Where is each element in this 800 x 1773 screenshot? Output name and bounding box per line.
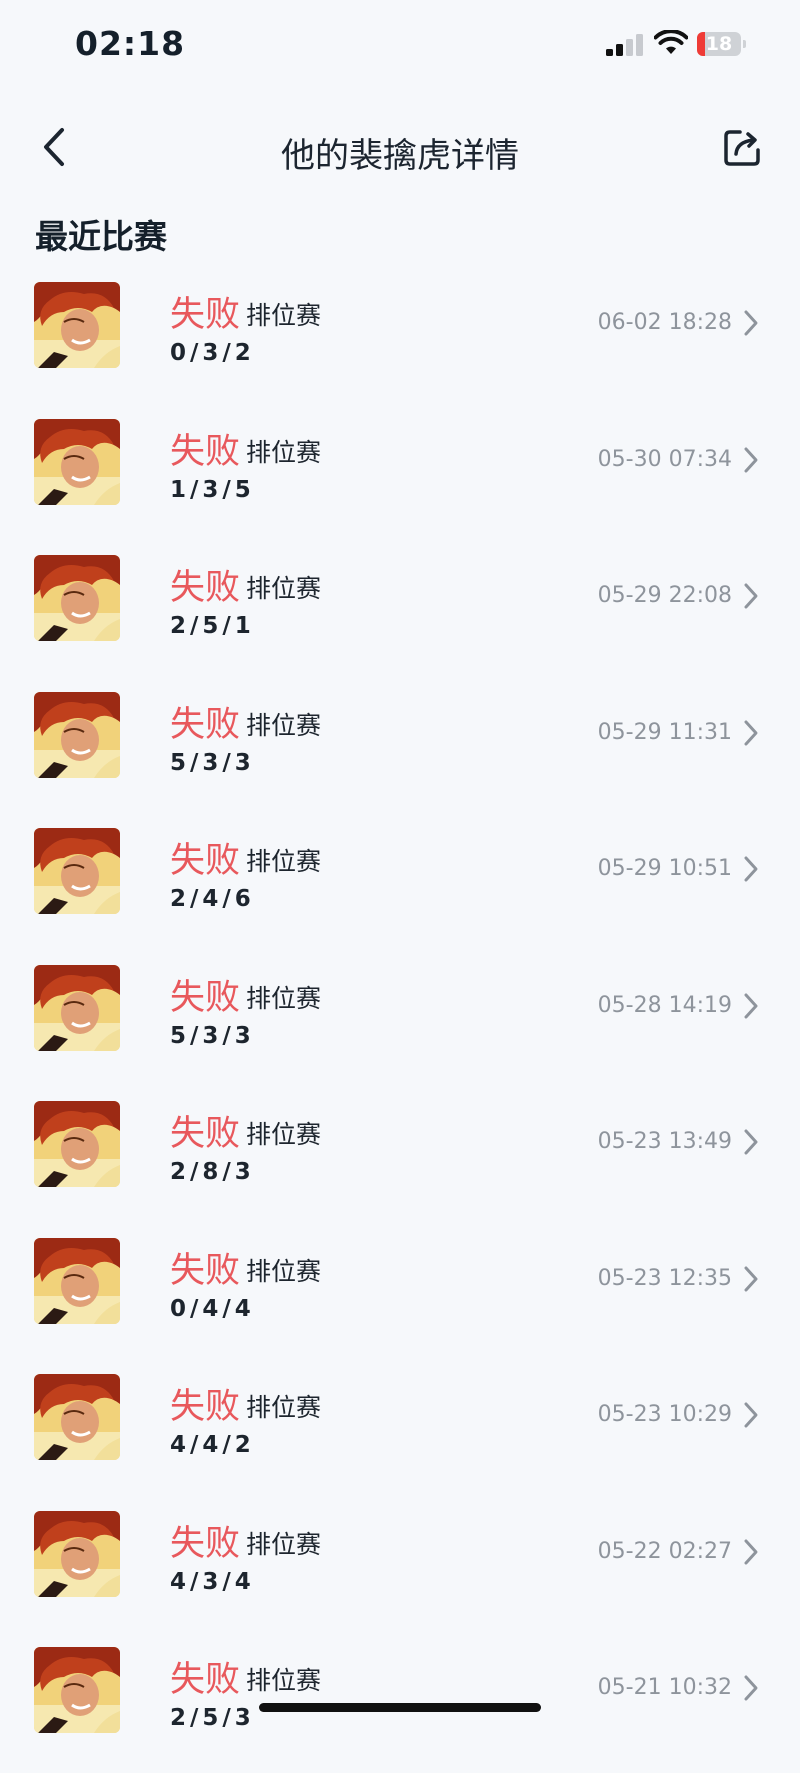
cellular-signal-icon — [606, 34, 644, 56]
hero-avatar — [34, 1374, 120, 1460]
match-result: 失败 — [170, 705, 241, 745]
hero-avatar — [34, 692, 120, 778]
match-kda: 4/4/2 — [170, 1432, 255, 1458]
match-result: 失败 — [170, 1387, 241, 1427]
hero-avatar — [34, 555, 120, 641]
chevron-right-icon — [742, 1673, 760, 1703]
status-bar: 02:18 18 — [0, 0, 800, 90]
match-row[interactable]: 失败 排位赛 0/3/2 06-02 18:28 — [0, 272, 800, 408]
battery-icon: 18 — [697, 32, 746, 56]
match-result: 失败 — [170, 841, 241, 881]
match-result: 失败 — [170, 1660, 241, 1700]
match-row[interactable]: 失败 排位赛 2/5/1 05-29 22:08 — [0, 545, 800, 681]
match-time: 05-28 14:19 — [597, 993, 732, 1018]
match-kda: 2/5/1 — [170, 613, 255, 639]
match-mode: 排位赛 — [246, 1257, 322, 1286]
match-mode: 排位赛 — [246, 1530, 322, 1559]
match-row[interactable]: 失败 排位赛 4/4/2 05-23 10:29 — [0, 1364, 800, 1500]
match-kda: 4/3/4 — [170, 1569, 255, 1595]
match-time: 06-02 18:28 — [597, 310, 732, 335]
section-title: 最近比赛 — [35, 217, 167, 256]
hero-avatar — [34, 1101, 120, 1187]
chevron-right-icon — [742, 581, 760, 611]
home-indicator — [259, 1703, 541, 1712]
nav-bar: 他的裴擒虎详情 — [0, 110, 800, 190]
chevron-right-icon — [742, 308, 760, 338]
wifi-icon — [654, 30, 688, 54]
page-title: 他的裴擒虎详情 — [281, 136, 519, 176]
chevron-right-icon — [742, 1264, 760, 1294]
share-icon[interactable] — [720, 124, 766, 170]
chevron-right-icon — [742, 718, 760, 748]
match-time: 05-29 10:51 — [597, 856, 732, 881]
match-row[interactable]: 失败 排位赛 5/3/3 05-29 11:31 — [0, 682, 800, 818]
hero-avatar — [34, 419, 120, 505]
match-result: 失败 — [170, 432, 241, 472]
match-row[interactable]: 失败 排位赛 5/3/3 05-28 14:19 — [0, 955, 800, 1091]
match-mode: 排位赛 — [246, 574, 322, 603]
chevron-right-icon — [742, 445, 760, 475]
match-time: 05-30 07:34 — [597, 447, 732, 472]
match-mode: 排位赛 — [246, 1393, 322, 1422]
match-kda: 5/3/3 — [170, 750, 255, 776]
chevron-right-icon — [742, 854, 760, 884]
hero-avatar — [34, 965, 120, 1051]
match-mode: 排位赛 — [246, 438, 322, 467]
match-time: 05-23 10:29 — [597, 1402, 732, 1427]
match-mode: 排位赛 — [246, 1666, 322, 1695]
match-time: 05-23 12:35 — [597, 1266, 732, 1291]
battery-level: 18 — [705, 33, 733, 55]
match-result: 失败 — [170, 1251, 241, 1291]
match-kda: 2/8/3 — [170, 1159, 255, 1185]
match-mode: 排位赛 — [246, 711, 322, 740]
hero-avatar — [34, 1511, 120, 1597]
hero-avatar — [34, 1238, 120, 1324]
match-result: 失败 — [170, 295, 241, 335]
match-mode: 排位赛 — [246, 984, 322, 1013]
match-time: 05-29 11:31 — [597, 720, 732, 745]
match-time: 05-21 10:32 — [597, 1675, 732, 1700]
match-kda: 2/5/3 — [170, 1705, 255, 1731]
chevron-right-icon — [742, 1400, 760, 1430]
chevron-right-icon — [742, 1537, 760, 1567]
match-kda: 5/3/3 — [170, 1023, 255, 1049]
match-row[interactable]: 失败 排位赛 0/4/4 05-23 12:35 — [0, 1228, 800, 1364]
hero-avatar — [34, 1647, 120, 1733]
match-result: 失败 — [170, 568, 241, 608]
hero-avatar — [34, 282, 120, 368]
match-kda: 0/3/2 — [170, 340, 255, 366]
match-result: 失败 — [170, 1114, 241, 1154]
match-kda: 2/4/6 — [170, 886, 255, 912]
match-mode: 排位赛 — [246, 301, 322, 330]
match-result: 失败 — [170, 1524, 241, 1564]
hero-avatar — [34, 828, 120, 914]
match-kda: 0/4/4 — [170, 1296, 255, 1322]
match-row[interactable]: 失败 排位赛 1/3/5 05-30 07:34 — [0, 409, 800, 545]
match-time: 05-29 22:08 — [597, 583, 732, 608]
match-row[interactable]: 失败 排位赛 2/8/3 05-23 13:49 — [0, 1091, 800, 1227]
match-time: 05-22 02:27 — [597, 1539, 732, 1564]
match-mode: 排位赛 — [246, 1120, 322, 1149]
status-time: 02:18 — [75, 24, 186, 63]
chevron-right-icon — [742, 1127, 760, 1157]
match-row[interactable]: 失败 排位赛 2/4/6 05-29 10:51 — [0, 818, 800, 954]
match-result: 失败 — [170, 978, 241, 1018]
match-mode: 排位赛 — [246, 847, 322, 876]
match-row[interactable]: 失败 排位赛 4/3/4 05-22 02:27 — [0, 1501, 800, 1637]
match-kda: 1/3/5 — [170, 477, 255, 503]
chevron-right-icon — [742, 991, 760, 1021]
match-time: 05-23 13:49 — [597, 1129, 732, 1154]
